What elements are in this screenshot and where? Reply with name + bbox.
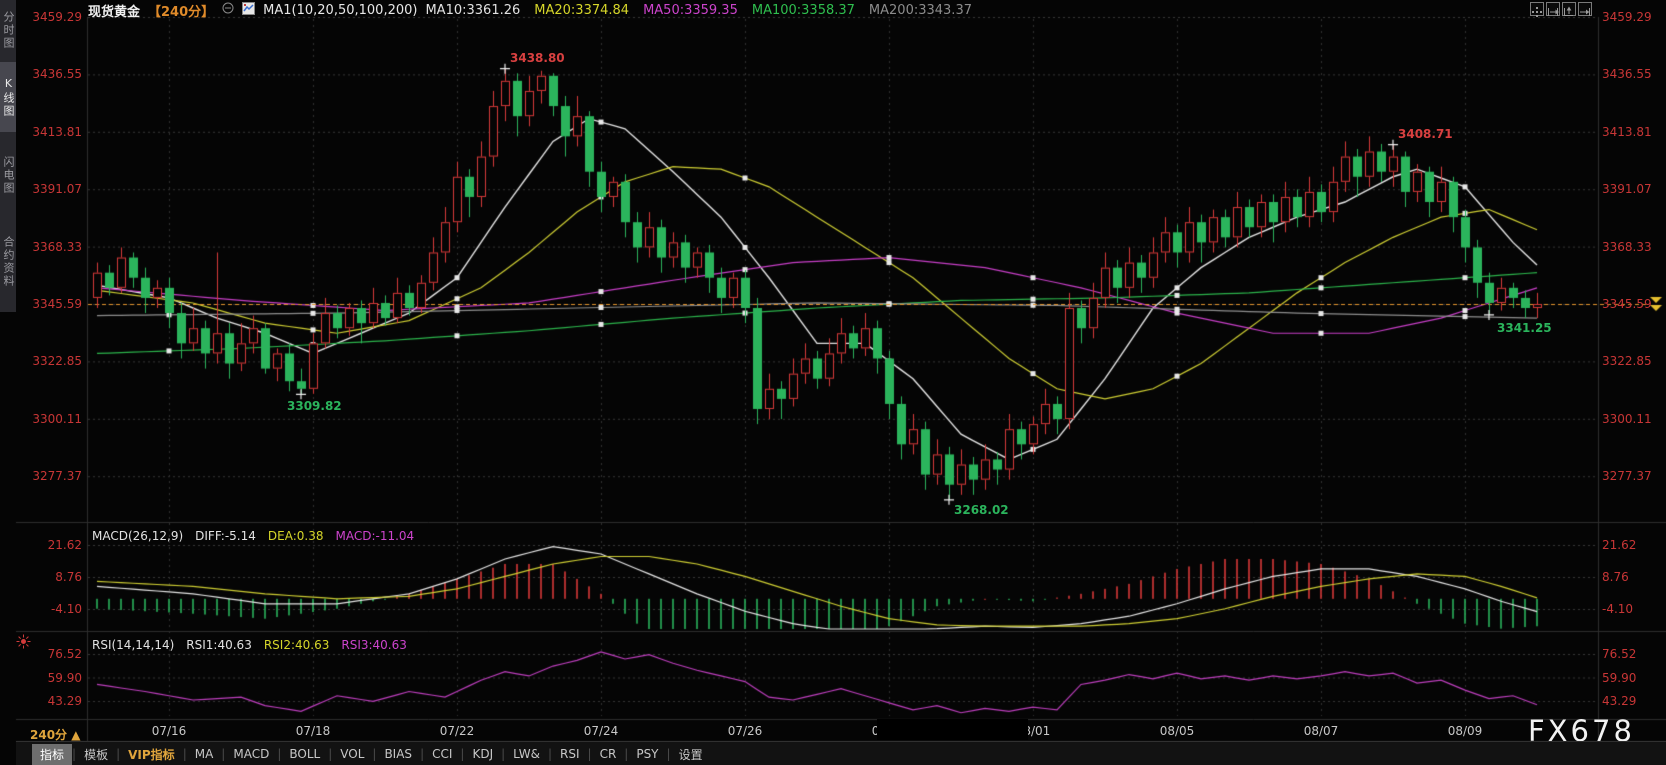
price-annotation: 3341.25 (1497, 321, 1552, 335)
rsi-axis-label-right: 76.52 (1602, 647, 1636, 661)
alert-icon[interactable] (16, 634, 31, 653)
price-axis-label-left: 3300.11 (30, 412, 82, 426)
sidebar-tab-4[interactable]: 合约资料 (0, 220, 16, 304)
rsi2-value: RSI2:40.63 (264, 638, 330, 652)
sidebar-tab-3[interactable]: 闪电图 (0, 142, 16, 208)
price-axis-label-right: 3322.85 (1602, 354, 1652, 368)
price-axis-label-left: 3459.29 (30, 10, 82, 24)
crosshair-icon[interactable] (1530, 2, 1544, 16)
chart-tool-icons (1530, 2, 1592, 16)
price-axis-label-left: 3413.81 (30, 125, 82, 139)
macd-axis-label-left: -4.10 (30, 602, 82, 616)
toolbar-item-10[interactable]: KDJ (464, 745, 501, 763)
toolbar-item-1[interactable]: 指标 (32, 744, 72, 765)
sidebar-tab-1[interactable]: 分时图 (0, 4, 16, 56)
price-axis-label-right: 3300.11 (1602, 412, 1652, 426)
header-ma4-value: MA100:3358.37 (752, 3, 855, 18)
ma-settings-label[interactable]: MA1(10,20,50,100,200) (263, 3, 417, 18)
price-axis-label-right: 3277.37 (1602, 469, 1652, 483)
period-label: 【240分】 (148, 1, 214, 20)
price-axis-label-left: 3391.07 (30, 182, 82, 196)
toolbar-item-13[interactable]: CR (592, 745, 625, 763)
price-axis-label-right: 3345.59 (1602, 297, 1652, 311)
header-ma3-value: MA50:3359.35 (643, 3, 738, 18)
x-axis-label: 07/16 (144, 724, 194, 738)
rsi-axis-label-left: 76.52 (30, 647, 82, 661)
macd-axis-label-right: -4.10 (1602, 602, 1633, 616)
rsi-axis-label-right: 59.90 (1602, 671, 1636, 685)
header-ma2-value: MA20:3374.84 (534, 3, 629, 18)
toolbar-item-3[interactable]: VIP指标 (120, 744, 183, 765)
chart-type-icon[interactable] (242, 2, 255, 19)
price-axis-label-left: 3277.37 (30, 469, 82, 483)
x-axis-label: 08/09 (1440, 724, 1490, 738)
sidebar-tab-2[interactable]: K线图 (0, 62, 16, 132)
macd-axis-label-left: 21.62 (30, 538, 82, 552)
x-axis-label: 07/22 (432, 724, 482, 738)
price-axis-label-right: 3436.55 (1602, 67, 1652, 81)
ma-values: MA10:3361.26 MA20:3374.84 MA50:3359.35 MA10… (425, 3, 972, 18)
pan-right-icon[interactable] (1578, 2, 1592, 16)
x-axis-label: 08/07 (1296, 724, 1346, 738)
price-annotation: 3438.80 (510, 51, 565, 65)
toolbar-item-11[interactable]: LW& (505, 745, 548, 763)
rsi-title[interactable]: RSI(14,14,14) (92, 638, 174, 652)
toolbar-item-9[interactable]: CCI (424, 745, 460, 763)
toolbar-item-8[interactable]: BIAS (376, 745, 420, 763)
macd-panel-header: MACD(26,12,9) DIFF:-5.14 DEA:0.38 MACD:-… (92, 529, 414, 543)
macd-diff-value: DIFF:-5.14 (195, 529, 256, 543)
symbol-name: 现货黄金 (88, 1, 140, 20)
price-axis-label-right: 3368.33 (1602, 240, 1652, 254)
toolbar-item-12[interactable]: RSI (552, 745, 588, 763)
price-axis-label-left: 3436.55 (30, 67, 82, 81)
toolbar-item-2[interactable]: 模板 (76, 744, 116, 765)
rsi-axis-label-left: 43.29 (30, 694, 82, 708)
rsi-panel-header: RSI(14,14,14) RSI1:40.63 RSI2:40.63 RSI3… (92, 638, 407, 652)
rsi1-value: RSI1:40.63 (186, 638, 252, 652)
toolbar-item-7[interactable]: VOL (332, 745, 372, 763)
x-axis-label: 08/05 (1152, 724, 1202, 738)
fit-height-icon[interactable] (1562, 2, 1576, 16)
collapse-icon[interactable] (222, 2, 234, 18)
x-axis-label: 07/24 (576, 724, 626, 738)
x-axis-label: 07/26 (720, 724, 770, 738)
macd-axis-label-right: 21.62 (1602, 538, 1636, 552)
indicator-toolbar: 指标|模板|VIP指标|MA|MACD|BOLL|VOL|BIAS|CCI|KD… (16, 741, 1666, 765)
xaxis-overlay-box (877, 719, 1028, 740)
price-annotation: 3268.02 (954, 503, 1009, 517)
macd-value: MACD:-11.04 (335, 529, 414, 543)
macd-dea-value: DEA:0.38 (268, 529, 324, 543)
toolbar-item-6[interactable]: BOLL (281, 745, 328, 763)
price-axis-label-left: 3345.59 (30, 297, 82, 311)
price-axis-label-left: 3322.85 (30, 354, 82, 368)
rsi3-value: RSI3:40.63 (341, 638, 407, 652)
sidebar: 分时图 K线图闪电图合约资料 (0, 0, 16, 312)
rsi-axis-label-left: 59.90 (30, 671, 82, 685)
toolbar-item-14[interactable]: PSY (628, 745, 666, 763)
macd-axis-label-left: 8.76 (30, 570, 82, 584)
fit-width-icon[interactable] (1546, 2, 1560, 16)
price-axis-label-right: 3391.07 (1602, 182, 1652, 196)
toolbar-item-15[interactable]: 设置 (671, 744, 711, 765)
triangle-up-icon[interactable]: ▲ (71, 728, 80, 742)
price-axis-label-right: 3459.29 (1602, 10, 1652, 24)
price-axis-label-left: 3368.33 (30, 240, 82, 254)
price-axis-label-right: 3413.81 (1602, 125, 1652, 139)
price-annotation: 3408.71 (1398, 127, 1453, 141)
toolbar-item-4[interactable]: MA (187, 745, 222, 763)
price-annotation: 3309.82 (287, 399, 342, 413)
rsi-axis-label-right: 43.29 (1602, 694, 1636, 708)
chart-header: 现货黄金 【240分】 MA1(10,20,50,100,200) MA10:3… (88, 0, 972, 20)
macd-axis-label-right: 8.76 (1602, 570, 1629, 584)
macd-title[interactable]: MACD(26,12,9) (92, 529, 183, 543)
chart-application: 3459.29 3459.29 3436.55 3436.55 3413.81 3413.… (0, 0, 1666, 765)
toolbar-item-5[interactable]: MACD (225, 745, 277, 763)
header-ma5-value: MA200:3343.37 (869, 3, 972, 18)
x-axis-label: 07/18 (288, 724, 338, 738)
header-ma1-value: MA10:3361.26 (425, 3, 520, 18)
